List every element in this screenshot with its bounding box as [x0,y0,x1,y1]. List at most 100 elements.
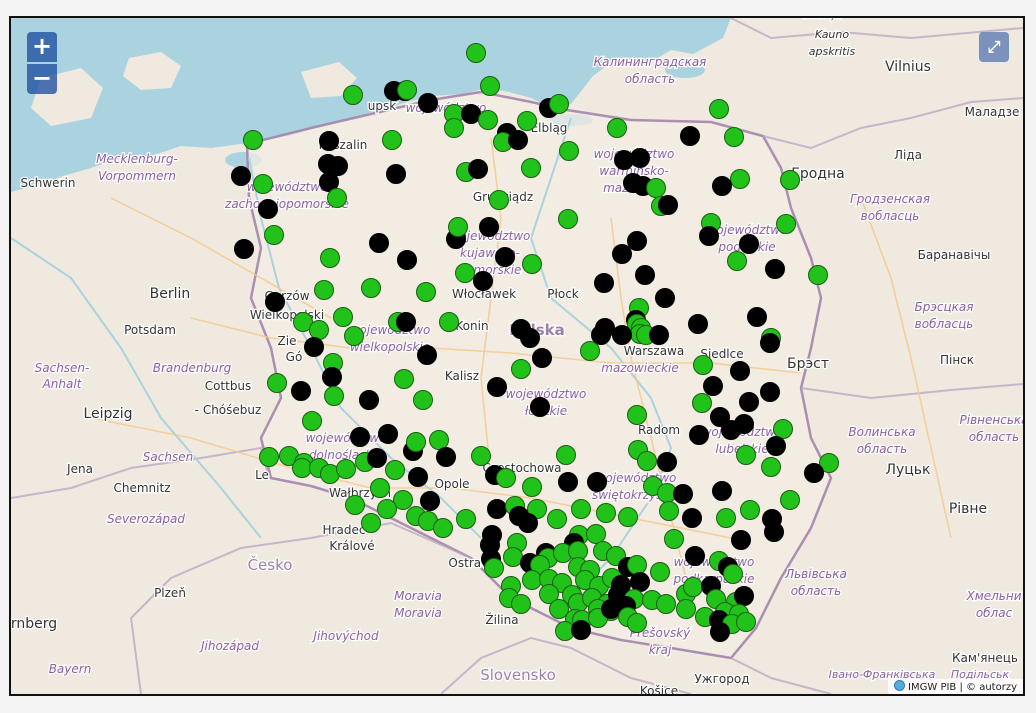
station-marker-green[interactable] [627,613,647,633]
station-marker-green[interactable] [327,188,347,208]
station-marker-green[interactable] [377,499,397,519]
station-marker-black[interactable] [367,448,387,468]
station-marker-green[interactable] [302,411,322,431]
station-marker-black[interactable] [766,436,786,456]
station-marker-green[interactable] [773,419,793,439]
station-marker-green[interactable] [309,320,329,340]
station-marker-black[interactable] [369,233,389,253]
station-marker-black[interactable] [291,381,311,401]
station-marker-green[interactable] [324,386,344,406]
station-marker-black[interactable] [747,307,767,327]
station-marker-green[interactable] [558,209,578,229]
station-marker-green[interactable] [618,507,638,527]
station-marker-green[interactable] [780,490,800,510]
station-marker-black[interactable] [420,491,440,511]
station-marker-black[interactable] [710,622,730,642]
station-marker-black[interactable] [558,472,578,492]
station-marker-black[interactable] [468,159,488,179]
station-marker-green[interactable] [259,447,279,467]
station-marker-black[interactable] [386,164,406,184]
station-marker-green[interactable] [433,518,453,538]
station-marker-green[interactable] [406,432,426,452]
station-marker-green[interactable] [480,76,500,96]
station-marker-green[interactable] [503,547,523,567]
station-marker-green[interactable] [627,555,647,575]
station-marker-green[interactable] [556,445,576,465]
station-marker-green[interactable] [429,430,449,450]
station-marker-black[interactable] [699,226,719,246]
station-marker-black[interactable] [436,447,456,467]
station-marker-black[interactable] [418,93,438,113]
station-marker-green[interactable] [709,99,729,119]
station-marker-green[interactable] [522,477,542,497]
station-marker-green[interactable] [484,558,504,578]
station-marker-green[interactable] [264,225,284,245]
station-marker-black[interactable] [487,499,507,519]
station-marker-black[interactable] [765,259,785,279]
station-marker-black[interactable] [721,420,741,440]
station-marker-black[interactable] [630,148,650,168]
station-marker-green[interactable] [361,278,381,298]
station-marker-green[interactable] [683,577,703,597]
station-marker-green[interactable] [448,217,468,237]
station-marker-black[interactable] [322,367,342,387]
station-marker-black[interactable] [682,508,702,528]
station-marker-black[interactable] [396,312,416,332]
station-marker-green[interactable] [730,169,750,189]
station-marker-black[interactable] [587,472,607,492]
station-marker-black[interactable] [712,481,732,501]
station-marker-green[interactable] [559,141,579,161]
station-marker-black[interactable] [601,599,621,619]
station-marker-green[interactable] [586,524,606,544]
station-marker-green[interactable] [693,355,713,375]
station-marker-black[interactable] [495,247,515,267]
station-marker-green[interactable] [444,118,464,138]
station-marker-green[interactable] [692,393,712,413]
station-marker-green[interactable] [345,495,365,515]
station-marker-green[interactable] [511,594,531,614]
station-marker-black[interactable] [591,325,611,345]
station-marker-green[interactable] [736,612,756,632]
station-marker-black[interactable] [612,244,632,264]
station-marker-green[interactable] [456,509,476,529]
station-marker-black[interactable] [655,288,675,308]
station-marker-green[interactable] [664,529,684,549]
station-marker-black[interactable] [397,250,417,270]
station-marker-black[interactable] [760,382,780,402]
station-marker-green[interactable] [522,570,542,590]
station-marker-green[interactable] [607,118,627,138]
station-marker-green[interactable] [637,451,657,471]
station-marker-black[interactable] [739,234,759,254]
station-marker-green[interactable] [676,599,696,619]
station-marker-black[interactable] [685,546,705,566]
station-marker-black[interactable] [739,392,759,412]
station-marker-black[interactable] [612,325,632,345]
station-marker-green[interactable] [716,508,736,528]
attribution-copyright[interactable]: © autorzy [966,682,1017,693]
station-marker-green[interactable] [740,500,760,520]
station-marker-black[interactable] [673,484,693,504]
station-marker-green[interactable] [336,459,356,479]
station-marker-green[interactable] [397,80,417,100]
station-marker-green[interactable] [727,251,747,271]
station-marker-black[interactable] [680,126,700,146]
station-marker-black[interactable] [530,397,550,417]
station-marker-green[interactable] [736,445,756,465]
station-marker-black[interactable] [520,328,540,348]
station-marker-green[interactable] [471,446,491,466]
station-marker-black[interactable] [258,199,278,219]
station-marker-green[interactable] [496,468,516,488]
station-marker-green[interactable] [522,254,542,274]
station-marker-black[interactable] [461,104,481,124]
station-marker-green[interactable] [333,307,353,327]
station-marker-green[interactable] [808,265,828,285]
station-marker-black[interactable] [231,166,251,186]
station-marker-black[interactable] [319,131,339,151]
station-marker-green[interactable] [724,127,744,147]
station-marker-black[interactable] [649,325,669,345]
station-marker-black[interactable] [508,130,528,150]
station-marker-green[interactable] [439,312,459,332]
station-marker-black[interactable] [518,513,538,533]
station-marker-green[interactable] [650,562,670,582]
zoom-in-button[interactable]: + [27,32,57,62]
